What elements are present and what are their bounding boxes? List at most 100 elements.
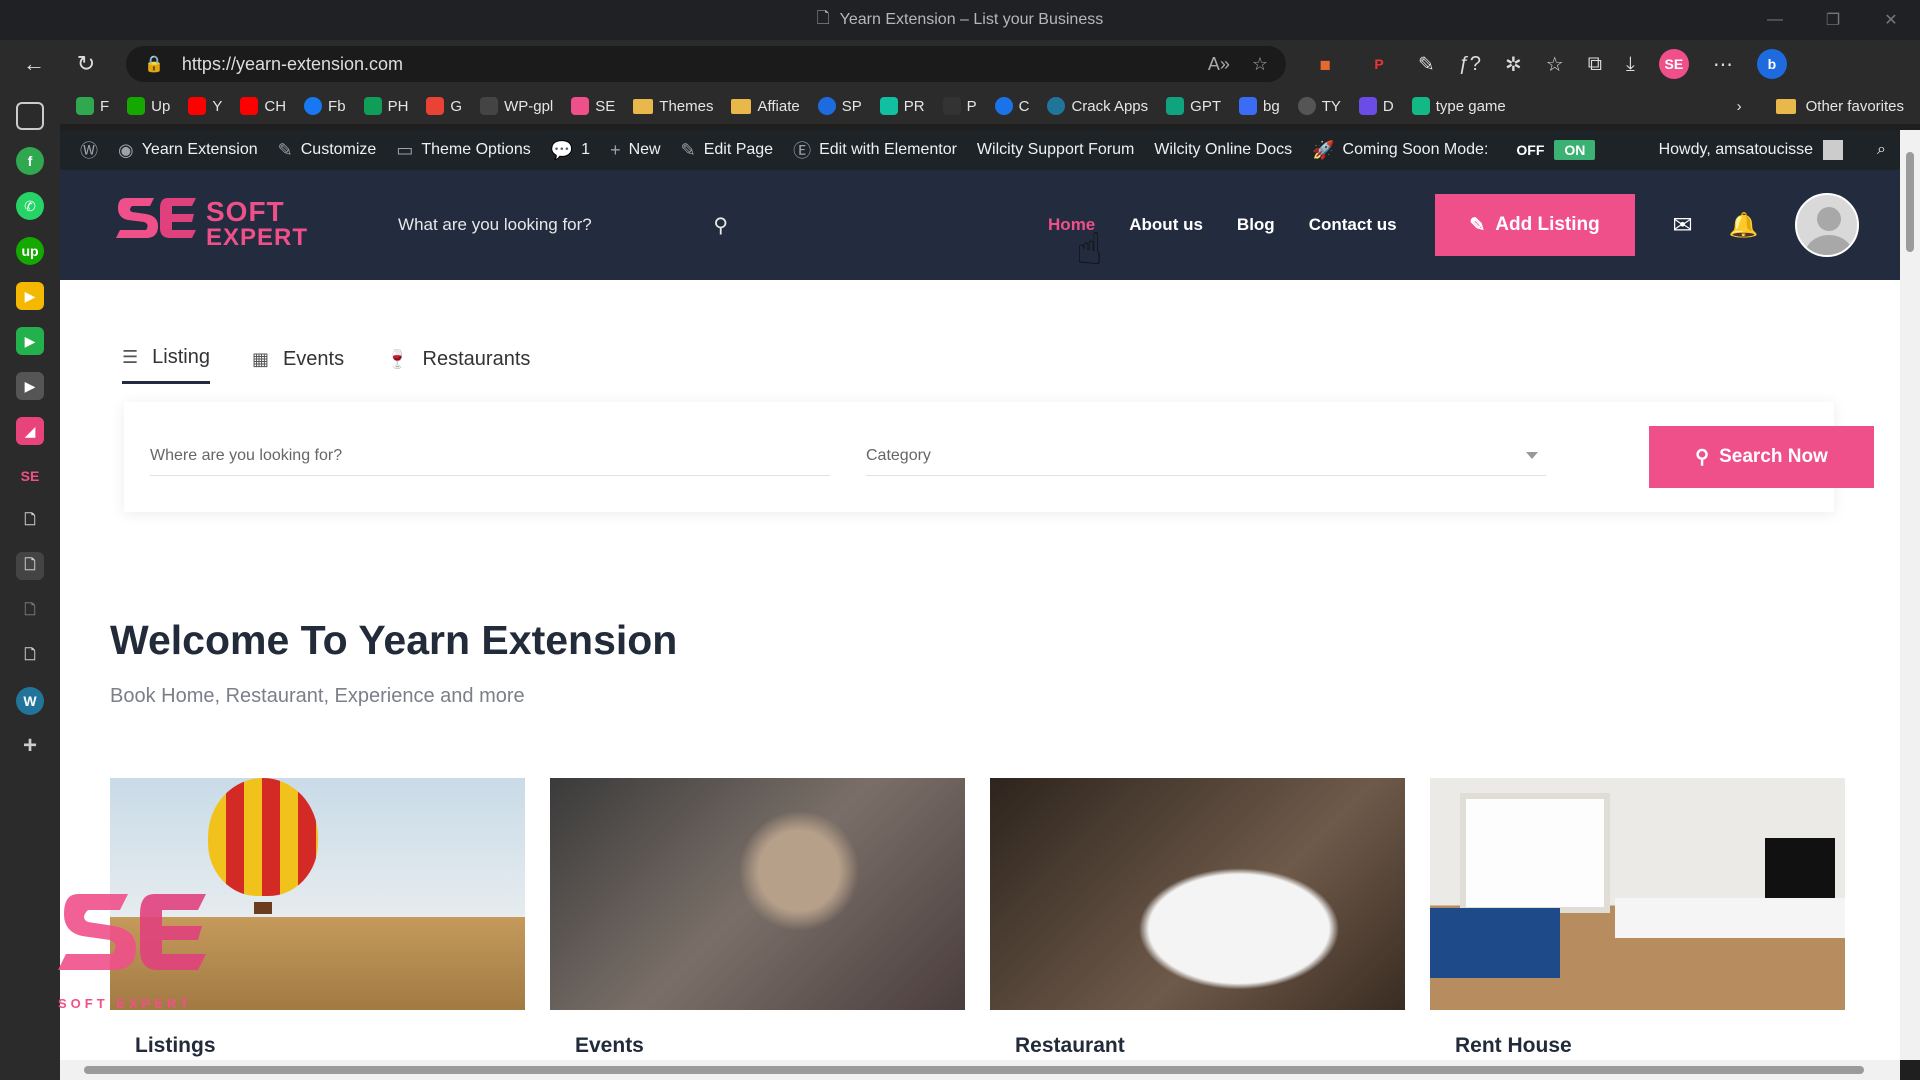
bell-icon[interactable]: 🔔 bbox=[1729, 211, 1759, 240]
bookmark-item[interactable]: SE bbox=[571, 97, 615, 115]
url-text[interactable]: https://yearn-extension.com bbox=[182, 54, 1208, 75]
wp-comments[interactable]: 💬 1 bbox=[551, 140, 590, 161]
soft-expert-icon[interactable]: SE bbox=[16, 462, 44, 490]
whatsapp-icon[interactable]: ✆ bbox=[16, 192, 44, 220]
play-icon[interactable]: ▶ bbox=[16, 372, 44, 400]
pinterest-extension-icon[interactable]: P bbox=[1364, 49, 1394, 79]
wp-site-name[interactable]: ◉ Yearn Extension bbox=[118, 140, 258, 161]
favorites-icon[interactable]: ☆ bbox=[1546, 52, 1564, 77]
bookmark-item[interactable]: Fb bbox=[304, 97, 346, 115]
collections-icon[interactable]: ⧉ bbox=[1588, 53, 1602, 76]
chevron-down-icon bbox=[1526, 452, 1538, 459]
upwork-icon[interactable]: up bbox=[16, 237, 44, 265]
bookmark-item[interactable]: Y bbox=[188, 97, 222, 115]
bookmark-item[interactable]: bg bbox=[1239, 97, 1280, 115]
sidebar-app-icon[interactable]: f bbox=[16, 147, 44, 175]
nav-blog[interactable]: Blog bbox=[1237, 215, 1275, 235]
wp-customize[interactable]: ✎ Customize bbox=[278, 140, 377, 161]
bookmark-folder[interactable]: Affiate bbox=[731, 98, 800, 115]
document-icon[interactable]: 🗋 bbox=[16, 552, 44, 580]
add-favorite-icon[interactable]: ☆ bbox=[1252, 54, 1268, 75]
play-icon[interactable]: ▶ bbox=[16, 327, 44, 355]
download-icon[interactable]: ⤓ bbox=[1626, 53, 1635, 76]
wp-logo[interactable]: Ⓦ bbox=[80, 137, 98, 163]
user-avatar[interactable] bbox=[1794, 193, 1859, 257]
tab-events[interactable]: ▦ Events bbox=[252, 346, 344, 384]
site-logo[interactable]: SOFT EXPERT bbox=[116, 194, 308, 256]
bookmark-item[interactable]: Up bbox=[127, 97, 170, 115]
bookmark-item[interactable]: P bbox=[942, 97, 977, 115]
mail-icon[interactable]: ✉ bbox=[1673, 211, 1693, 240]
read-aloud-icon[interactable]: A» bbox=[1208, 54, 1230, 75]
wp-coming-soon[interactable]: 🚀 Coming Soon Mode: OFF ON bbox=[1312, 140, 1596, 161]
header-search[interactable]: What are you looking for? ⚲ bbox=[398, 213, 728, 238]
function-extension-icon[interactable]: ƒ? bbox=[1459, 53, 1481, 76]
document-icon[interactable]: 🗋 bbox=[16, 597, 44, 625]
header-search-input[interactable]: What are you looking for? bbox=[398, 215, 592, 235]
add-icon[interactable]: + bbox=[16, 732, 44, 760]
tab-listing[interactable]: ☰ Listing bbox=[122, 346, 210, 384]
address-bar[interactable]: 🔒 https://yearn-extension.com A» ☆ bbox=[126, 46, 1286, 82]
bookmark-item[interactable]: D bbox=[1358, 97, 1394, 115]
close-icon[interactable]: ✕ bbox=[1862, 0, 1920, 40]
search-icon[interactable]: ⌕ bbox=[1877, 141, 1886, 159]
minimize-icon[interactable]: — bbox=[1746, 0, 1804, 40]
document-icon[interactable]: 🗋 bbox=[16, 642, 44, 670]
wp-new[interactable]: + New bbox=[610, 140, 661, 161]
nav-about[interactable]: About us bbox=[1129, 215, 1203, 235]
bookmark-item[interactable]: TY bbox=[1297, 97, 1341, 115]
watermark-logo-icon bbox=[58, 894, 206, 970]
category-select[interactable]: Category bbox=[866, 436, 1546, 476]
wp-edit-elementor[interactable]: Ⓔ Edit with Elementor bbox=[793, 137, 957, 163]
sidebar-app-icon[interactable]: ◢ bbox=[16, 417, 44, 445]
bookmark-item[interactable]: PH bbox=[363, 97, 408, 115]
search-icon[interactable]: ⚲ bbox=[713, 213, 728, 238]
bookmark-item[interactable]: G bbox=[426, 97, 462, 115]
add-listing-button[interactable]: ✎ Add Listing bbox=[1434, 194, 1635, 256]
wp-online-docs[interactable]: Wilcity Online Docs bbox=[1154, 141, 1292, 159]
bing-icon[interactable]: b bbox=[1756, 49, 1787, 79]
bookmark-item[interactable]: WP-gpl bbox=[480, 97, 553, 115]
chevron-right-icon[interactable]: › bbox=[1737, 98, 1742, 115]
bookmark-folder[interactable]: Themes bbox=[633, 98, 713, 115]
tab-actions-icon[interactable] bbox=[16, 102, 44, 130]
bookmark-item[interactable]: F bbox=[76, 97, 109, 115]
puzzle-icon[interactable]: ✲ bbox=[1505, 52, 1522, 77]
coming-soon-toggle[interactable]: OFF ON bbox=[1506, 140, 1596, 160]
wp-edit-page[interactable]: ✎ Edit Page bbox=[681, 140, 773, 161]
more-icon[interactable]: ⋯ bbox=[1713, 52, 1733, 77]
refresh-icon[interactable]: ↻ bbox=[68, 46, 104, 82]
pen-extension-icon[interactable]: ✎ bbox=[1418, 52, 1435, 77]
other-favorites[interactable]: Other favorites bbox=[1806, 98, 1904, 115]
maximize-icon[interactable]: ❐ bbox=[1804, 0, 1862, 40]
where-input[interactable]: Where are you looking for? bbox=[150, 436, 830, 476]
card-restaurant[interactable]: Restaurant bbox=[990, 778, 1405, 1060]
wine-glass-icon: 🍷 bbox=[386, 348, 409, 369]
play-icon[interactable]: ▶ bbox=[16, 282, 44, 310]
bookmark-item[interactable]: type game bbox=[1411, 97, 1506, 115]
wp-support-forum[interactable]: Wilcity Support Forum bbox=[977, 141, 1134, 159]
bookmark-icon bbox=[1239, 97, 1257, 115]
bookmark-item[interactable]: CH bbox=[240, 97, 286, 115]
bookmark-item[interactable]: GPT bbox=[1166, 97, 1221, 115]
tab-restaurants[interactable]: 🍷 Restaurants bbox=[386, 346, 530, 384]
horizontal-scrollbar[interactable] bbox=[60, 1060, 1900, 1080]
back-icon[interactable]: ← bbox=[16, 46, 52, 82]
folder-icon bbox=[731, 98, 752, 114]
bookmark-item[interactable]: Crack Apps bbox=[1047, 97, 1148, 115]
nav-contact[interactable]: Contact us bbox=[1309, 215, 1397, 235]
card-events[interactable]: Events bbox=[550, 778, 965, 1060]
vertical-scrollbar[interactable] bbox=[1900, 130, 1920, 1060]
card-rent-house[interactable]: Rent House bbox=[1430, 778, 1845, 1060]
bookmark-item[interactable]: PR bbox=[879, 97, 925, 115]
search-now-button[interactable]: ⚲ Search Now bbox=[1649, 426, 1874, 488]
wp-theme-options[interactable]: ▭ Theme Options bbox=[396, 140, 530, 161]
document-icon[interactable]: 🗋 bbox=[16, 507, 44, 535]
bookmark-item[interactable]: C bbox=[994, 97, 1029, 115]
office-extension-icon[interactable]: ◼ bbox=[1310, 49, 1340, 79]
wordpress-icon[interactable]: W bbox=[16, 687, 44, 715]
bookmark-item[interactable]: SP bbox=[817, 97, 862, 115]
avatar[interactable] bbox=[1823, 140, 1844, 160]
wp-howdy[interactable]: Howdy, amsatoucisse bbox=[1659, 141, 1813, 159]
profile-icon[interactable]: SE bbox=[1658, 49, 1689, 79]
